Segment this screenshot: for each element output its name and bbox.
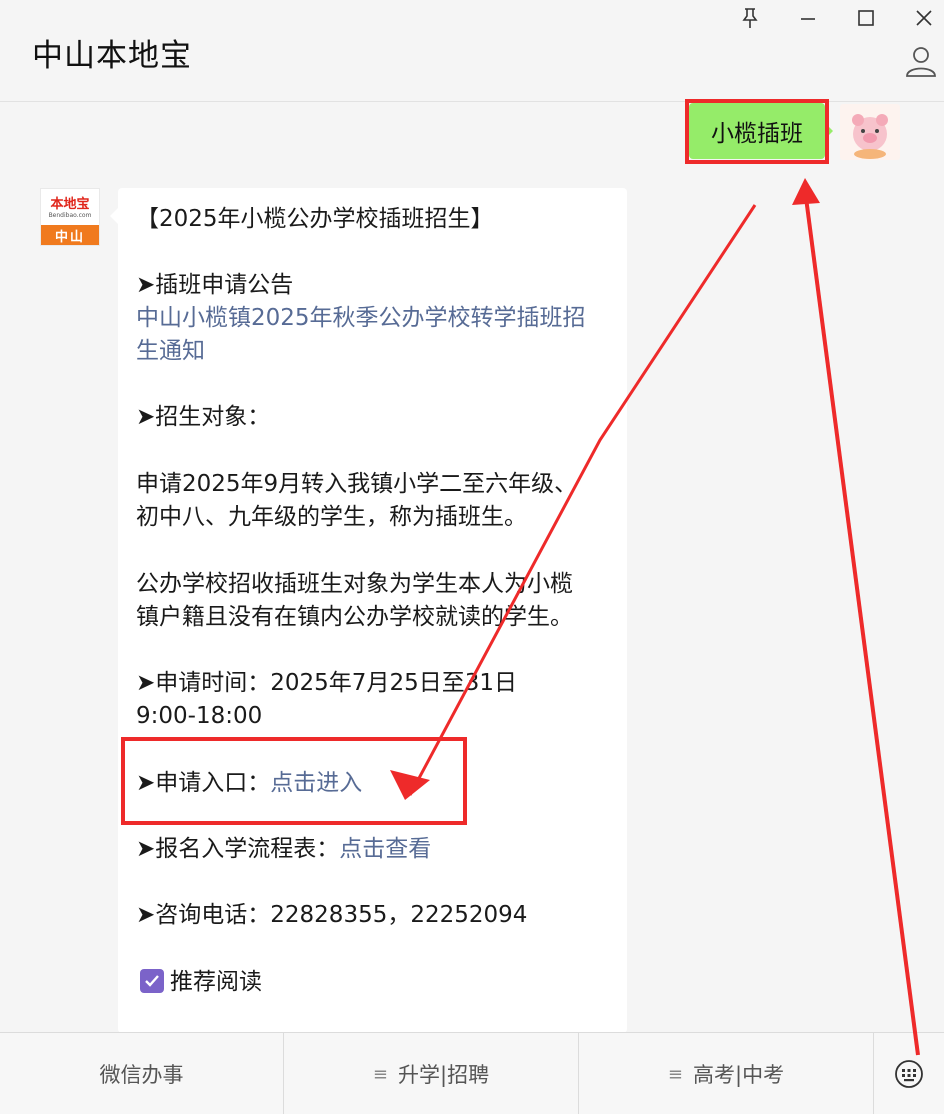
pig-avatar-icon bbox=[852, 114, 888, 159]
app-title: 中山本地宝 bbox=[32, 38, 192, 74]
checkbox-icon bbox=[140, 969, 164, 993]
notice-link-line-1[interactable]: 中山小榄镇2025年秋季公办学校转学插班招 bbox=[136, 302, 586, 335]
notice-heading: ➤插班申请公告 bbox=[136, 272, 294, 298]
my-avatar[interactable] bbox=[840, 104, 900, 160]
user-profile-icon[interactable] bbox=[904, 44, 938, 78]
apply-time-line-2: 9:00-18:00 bbox=[136, 703, 263, 729]
menu-wechat-affairs[interactable]: 微信办事 bbox=[0, 1033, 283, 1114]
bot-avatar[interactable]: 本地宝 Bendibao.com 中山 bbox=[40, 188, 100, 246]
recommend-row: 推荐阅读 bbox=[140, 966, 262, 999]
bottom-menu-bar: 微信办事 ≡ 升学|招聘 ≡ 高考|中考 bbox=[0, 1032, 944, 1114]
apply-entry-row: ➤申请入口：点击进入 bbox=[136, 767, 362, 800]
keyboard-icon bbox=[895, 1060, 923, 1088]
notice-link-line-2[interactable]: 生通知 bbox=[136, 335, 205, 368]
maximize-button[interactable] bbox=[852, 4, 880, 32]
outgoing-message-bubble[interactable]: 小榄插班 bbox=[689, 103, 833, 159]
apply-entry-label: ➤申请入口： bbox=[136, 770, 271, 796]
menu-wechat-affairs-label: 微信办事 bbox=[99, 1063, 184, 1087]
flow-label: ➤报名入学流程表： bbox=[136, 836, 340, 862]
target-paragraph-2-line-1: 公办学校招收插班生对象为学生本人为小榄 bbox=[136, 571, 573, 597]
bot-logo-city: 中山 bbox=[41, 225, 99, 245]
pin-button[interactable] bbox=[736, 4, 764, 32]
menu-school-recruit[interactable]: ≡ 升学|招聘 bbox=[284, 1033, 578, 1114]
recommend-label: 推荐阅读 bbox=[170, 969, 262, 995]
menu-exam-label: 高考|中考 bbox=[693, 1063, 785, 1087]
close-button[interactable] bbox=[910, 4, 938, 32]
target-paragraph-1-line-1: 申请2025年9月转入我镇小学二至六年级、 bbox=[136, 471, 578, 497]
close-icon bbox=[916, 10, 932, 26]
incoming-message-bubble: 【2025年小榄公办学校插班招生】 ➤插班申请公告 中山小榄镇2025年秋季公办… bbox=[110, 188, 627, 1033]
annotation-arrow-to-keyword bbox=[803, 189, 920, 1056]
minimize-icon bbox=[801, 18, 815, 20]
apply-entry-link[interactable]: 点击进入 bbox=[270, 770, 362, 796]
consult-phone: ➤咨询电话：22828355，22252094 bbox=[136, 902, 528, 928]
message-title: 【2025年小榄公办学校插班招生】 bbox=[136, 206, 494, 232]
menu-school-recruit-label: 升学|招聘 bbox=[398, 1063, 490, 1087]
menu-lines-icon: ≡ bbox=[372, 1063, 388, 1085]
bot-logo: 本地宝 Bendibao.com bbox=[41, 189, 99, 227]
flow-row: ➤报名入学流程表：点击查看 bbox=[136, 833, 431, 866]
keyboard-toggle-button[interactable] bbox=[874, 1033, 944, 1114]
target-heading: ➤招生对象： bbox=[136, 404, 271, 430]
menu-exam[interactable]: ≡ 高考|中考 bbox=[579, 1033, 873, 1114]
arrowhead-keyword bbox=[792, 178, 820, 205]
bot-logo-main: 本地宝 bbox=[50, 196, 90, 212]
title-bar: 中山本地宝 bbox=[0, 0, 944, 102]
minimize-button[interactable] bbox=[794, 4, 822, 32]
target-paragraph-1-line-2: 初中八、九年级的学生，称为插班生。 bbox=[136, 504, 527, 530]
apply-time-line-1: ➤申请时间：2025年7月25日至31日 bbox=[136, 670, 517, 696]
target-paragraph-2-line-2: 镇户籍且没有在镇内公办学校就读的学生。 bbox=[136, 604, 573, 630]
menu-lines-icon: ≡ bbox=[667, 1063, 683, 1085]
flow-link[interactable]: 点击查看 bbox=[339, 836, 431, 862]
pin-icon bbox=[742, 8, 758, 28]
bot-logo-sub: Bendibao.com bbox=[48, 211, 92, 219]
maximize-icon bbox=[858, 10, 874, 26]
